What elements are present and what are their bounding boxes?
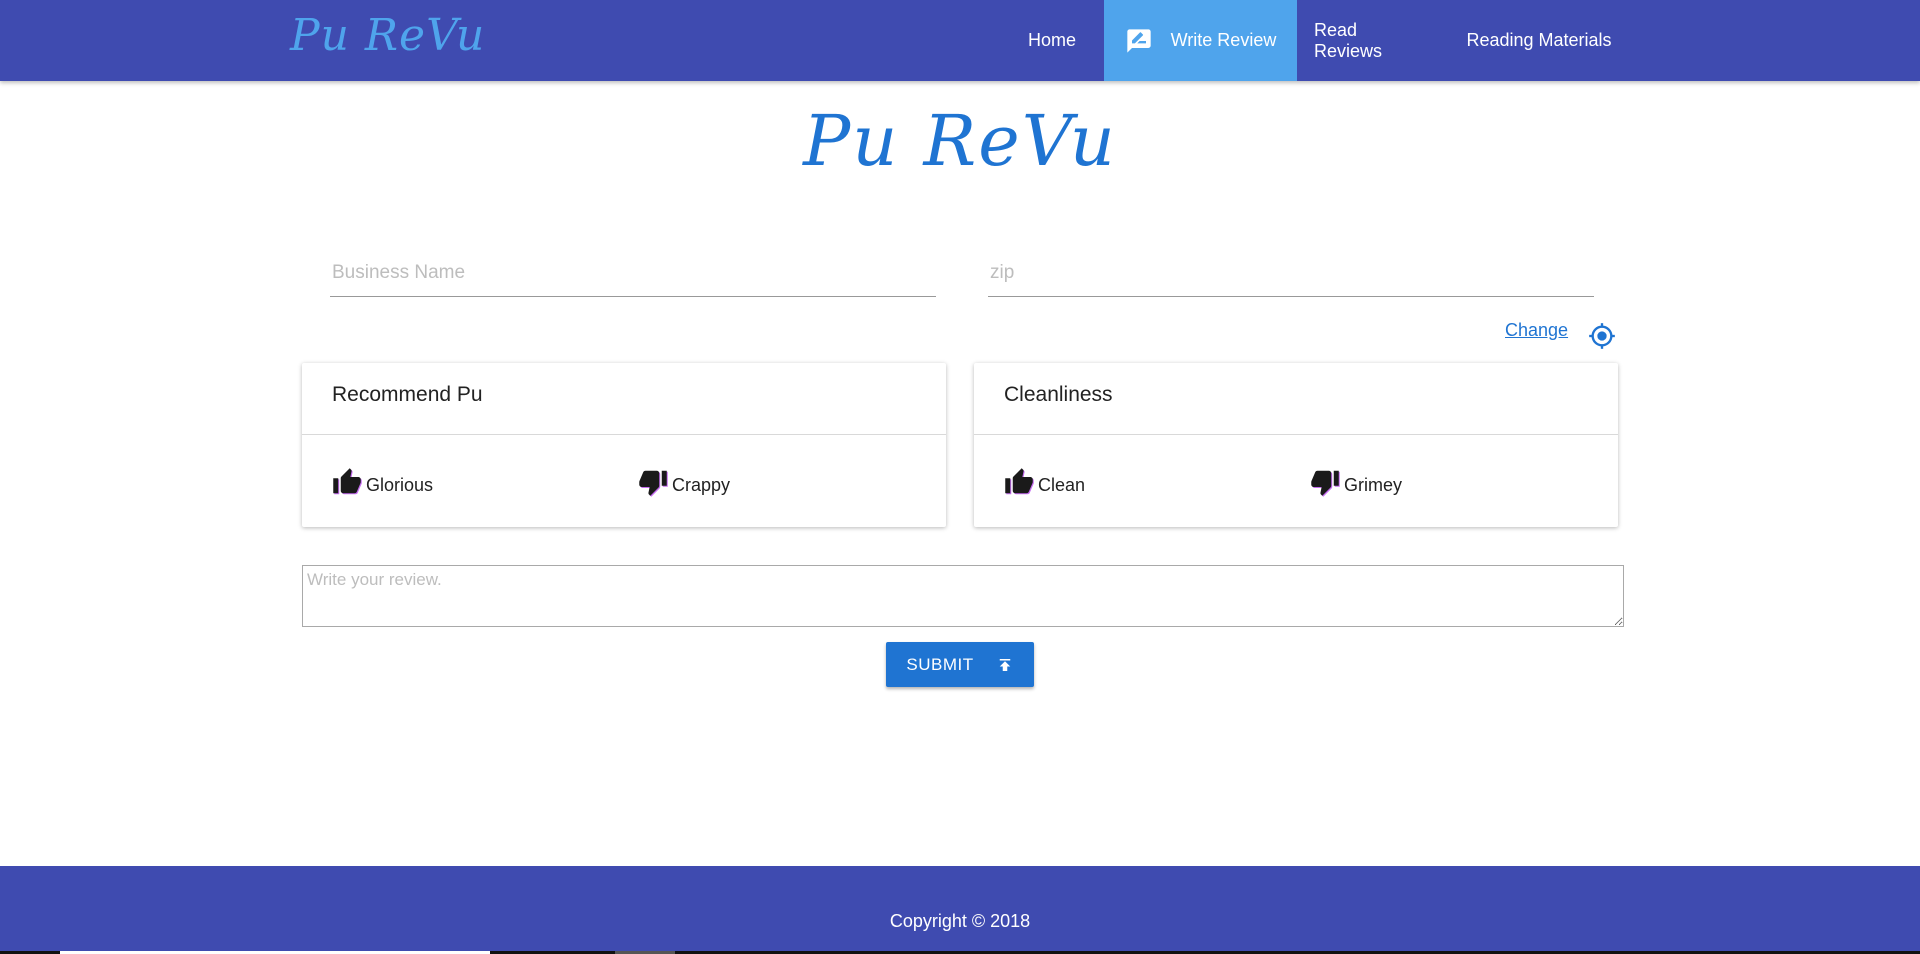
nav-reading-materials-label: Reading Materials [1466, 30, 1612, 50]
thumb-down-icon [639, 470, 668, 497]
rate-review-icon [1126, 28, 1151, 53]
nav-read-reviews[interactable]: Read Reviews [1314, 0, 1430, 81]
my-location-icon[interactable] [1588, 322, 1616, 350]
publish-icon [999, 658, 1010, 671]
change-location-link[interactable]: Change [1505, 320, 1568, 341]
clean-option[interactable]: Clean [1004, 467, 1085, 497]
brand-logo[interactable]: Pu ReVu [290, 10, 485, 61]
card-title: Recommend Pu [332, 383, 483, 406]
page-title: Pu ReVu [803, 100, 1117, 182]
glorious-option[interactable]: Glorious [332, 467, 433, 497]
nav-home-label: Home [1027, 30, 1076, 50]
nav-read-reviews-label: Read Reviews [1314, 19, 1383, 61]
crappy-option[interactable]: Crappy [638, 467, 730, 497]
zip-input[interactable] [988, 250, 1594, 297]
submit-label: SUBMIT [906, 654, 974, 674]
thumb-down-icon [1311, 470, 1340, 497]
nav-write-review[interactable]: Write Review [1104, 0, 1297, 81]
thumb-up-icon [333, 468, 362, 495]
clean-label: Clean [1038, 475, 1086, 495]
business-name-input[interactable] [330, 250, 936, 297]
cleanliness-card: Cleanliness Clean Grimey [974, 363, 1618, 527]
grimey-option[interactable]: Grimey [1310, 467, 1402, 497]
thumb-up-icon [1005, 468, 1034, 495]
review-textarea[interactable] [302, 565, 1624, 627]
glorious-label: Glorious [366, 475, 434, 495]
copyright-text: Copyright © 2018 [889, 911, 1031, 931]
grimey-label: Grimey [1344, 475, 1402, 495]
recommend-card: Recommend Pu Glorious Crappy [302, 363, 946, 527]
nav-write-review-label: Write Review [1170, 30, 1277, 50]
submit-button[interactable]: SUBMIT [886, 642, 1034, 687]
card-divider [974, 434, 1618, 435]
navbar: Pu ReVu Home Write Review Read Reviews R… [0, 0, 1920, 81]
card-title: Cleanliness [1004, 383, 1113, 406]
crappy-label: Crappy [672, 475, 731, 495]
card-divider [302, 434, 946, 435]
nav-home[interactable]: Home [1020, 0, 1084, 81]
nav-reading-materials[interactable]: Reading Materials [1462, 0, 1616, 81]
footer: Copyright © 2018 [0, 866, 1920, 954]
